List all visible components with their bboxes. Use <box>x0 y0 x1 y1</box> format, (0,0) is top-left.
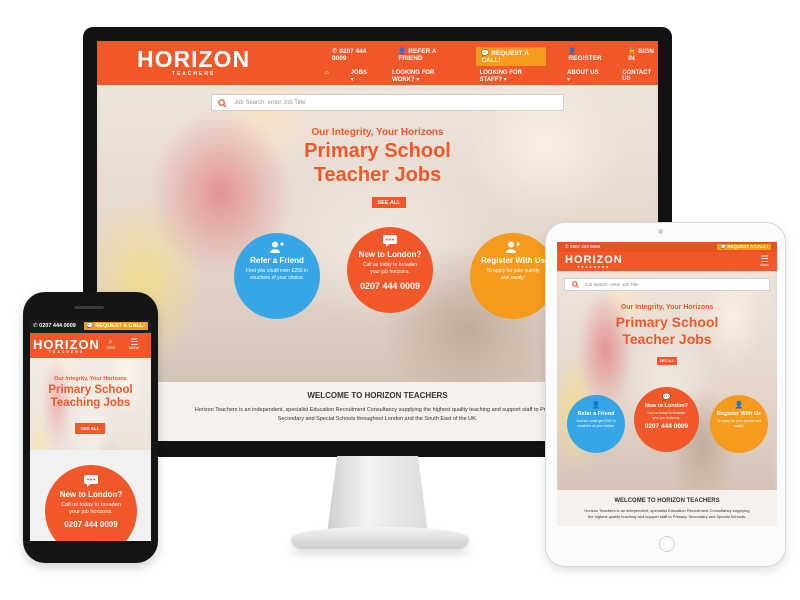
menu-item-about-us[interactable]: ABOUT US ▾ <box>567 70 600 83</box>
see-all-button[interactable]: SEE ALL <box>372 197 406 208</box>
hero-tagline: Our Integrity, Your Horizons <box>311 127 444 138</box>
phone-speaker <box>74 306 104 309</box>
phone-screen: ✆ 0207 444 0009 💬 REQUEST A CALL! HORIZO… <box>30 320 151 541</box>
request-callback-button[interactable]: 💬 REQUEST A CALL! <box>717 244 771 250</box>
menu-button[interactable]: ☰ MENU <box>129 338 139 351</box>
see-all-button[interactable]: SEE ALL <box>75 423 105 434</box>
refer-friend-circle[interactable]: Refer a Friend Find you could earn £200 … <box>234 233 320 319</box>
home-icon[interactable]: ⌂ <box>325 70 329 83</box>
refer-friend-circle[interactable]: 👤 Refer a Friend And we could get £200 i… <box>567 395 625 453</box>
chat-icon: 💬 <box>662 394 671 401</box>
register-with-us-circle[interactable]: Register With Us To apply for jobs quick… <box>470 233 556 319</box>
desktop-header: HORIZON TEACHERS ✆ 0207 444 0009 👤 REFER… <box>97 41 658 85</box>
welcome-title: WELCOME TO HORIZON TEACHERS <box>614 498 720 504</box>
user-plus-icon: 👤 <box>398 48 407 55</box>
search-icon <box>218 99 227 108</box>
welcome-section: WELCOME TO HORIZON TEACHERS Horizon Teac… <box>557 490 777 526</box>
tablet-header: HORIZON TEACHERS ☰ MENU <box>557 252 777 271</box>
new-to-london-circle[interactable]: New to London? Call us today to broaden … <box>347 227 433 313</box>
phone-link[interactable]: ✆ 0207 444 0009 <box>332 47 376 66</box>
menu-item-looking-for-staff[interactable]: LOOKING FOR STAFF? ▾ <box>480 70 546 83</box>
user-plus-icon: 👤 <box>734 402 744 409</box>
hero-title: Primary School Teaching Jobs <box>48 384 133 409</box>
tablet-camera <box>658 229 663 234</box>
search-icon: ⌕ <box>108 337 113 346</box>
lock-icon: 🔓 <box>628 48 637 55</box>
top-links: ✆ 0207 444 0009 👤 REFER A FRIEND 💬 REQUE… <box>332 47 658 66</box>
device-mockup-stage: HORIZON TEACHERS ✆ 0207 444 0009 👤 REFER… <box>0 0 800 600</box>
tablet-top-bar: ✆ 0207 444 0009 💬 REQUEST A CALL! <box>557 242 777 252</box>
hero-title: Primary School Teacher Jobs <box>615 314 719 347</box>
phone-link[interactable]: ✆ 0207 444 0009 <box>33 323 76 329</box>
refer-friend-link[interactable]: 👤 REFER A FRIEND <box>398 47 454 66</box>
tablet-home-button <box>659 536 675 552</box>
job-search-input[interactable]: Job Search: enter Job Title <box>564 278 770 291</box>
request-callback-button[interactable]: 💬 REQUEST A CALL! <box>476 47 547 66</box>
job-search-input[interactable]: Job Search: enter Job Title <box>211 94 564 111</box>
site-logo[interactable]: HORIZON TEACHERS <box>565 255 623 269</box>
menu-item-looking-for-work[interactable]: LOOKING FOR WORK? ▾ <box>392 70 458 83</box>
phone-link[interactable]: ✆ 0207 444 0009 <box>565 244 600 250</box>
register-with-us-circle[interactable]: 👤 Register With Us To apply for jobs qui… <box>710 395 768 453</box>
site-logo[interactable]: HORIZON TEACHERS <box>137 48 250 77</box>
welcome-text: Horizon Teachers is an independent, spec… <box>194 407 561 422</box>
phone-top-bar: ✆ 0207 444 0009 💬 REQUEST A CALL! <box>30 320 151 333</box>
menu-item-contact-us[interactable]: CONTACT US <box>622 70 658 83</box>
main-menu: ⌂ JOBS ▾ LOOKING FOR WORK? ▾ LOOKING FOR… <box>325 70 658 83</box>
register-link[interactable]: 👤 REGISTER <box>568 47 606 66</box>
welcome-text: Horizon Teachers is an independent, spec… <box>584 508 750 519</box>
request-callback-button[interactable]: 💬 REQUEST A CALL! <box>83 322 148 330</box>
hero-tagline: Our Integrity, Your Horizons <box>54 376 127 382</box>
monitor-stand-base <box>291 527 469 549</box>
see-all-button[interactable]: SEE ALL <box>657 357 677 365</box>
user-icon: 👤 <box>568 48 577 55</box>
sign-in-link[interactable]: 🔓 SIGN IN <box>628 47 658 66</box>
hero-title: Primary School Teacher Jobs <box>304 140 451 186</box>
menu-item-jobs[interactable]: JOBS ▾ <box>351 70 370 83</box>
new-to-london-circle[interactable]: 💬 New to London? Call us today to broade… <box>634 387 699 452</box>
hero-tagline: Our Integrity, Your Horizons <box>620 304 714 311</box>
search-icon <box>572 281 579 288</box>
site-logo[interactable]: HORIZON TEACHERS <box>33 338 100 355</box>
user-plus-icon <box>506 241 520 253</box>
chat-icon <box>383 235 397 247</box>
phone-header: HORIZON TEACHERS ⌕ JOBS ☰ MENU <box>30 333 151 358</box>
user-plus-icon: 👤 <box>591 402 601 409</box>
chat-icon <box>84 475 98 487</box>
menu-button[interactable]: ☰ MENU <box>760 255 769 267</box>
tablet-screen: ✆ 0207 444 0009 💬 REQUEST A CALL! HORIZO… <box>557 242 777 526</box>
phone-icon: ✆ <box>332 48 338 55</box>
chat-icon: 💬 <box>481 50 490 57</box>
jobs-search-button[interactable]: ⌕ JOBS <box>106 338 115 351</box>
monitor-stand-neck <box>327 456 428 534</box>
user-plus-icon <box>270 241 284 253</box>
